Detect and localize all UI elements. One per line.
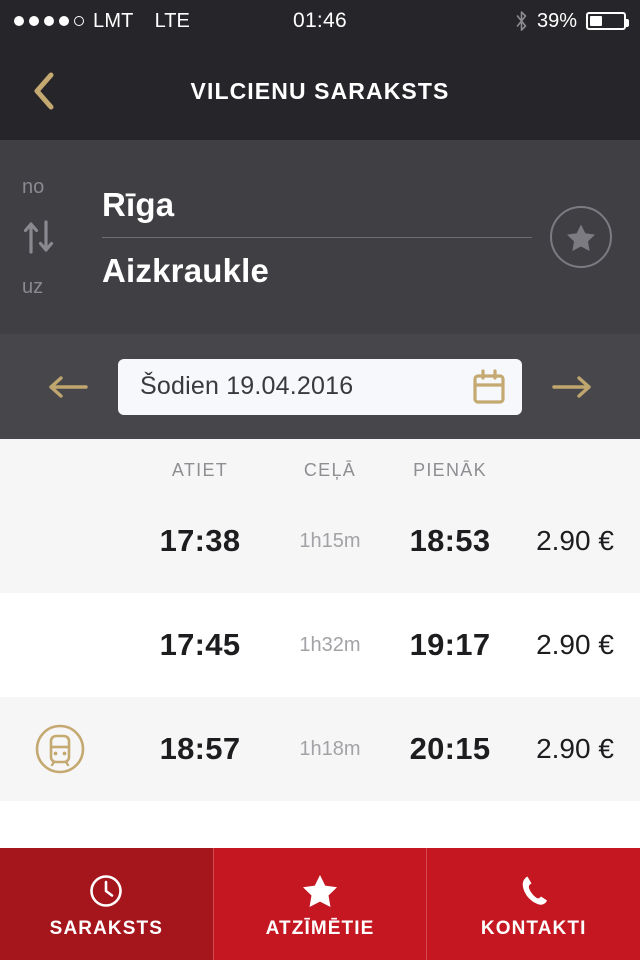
row-depart-time: 18:57 [159,731,241,766]
schedule-row[interactable]: 18:57 1h18m 20:15 2.90 € [0,697,640,801]
tab-saraksts[interactable]: SARAKSTS [0,848,213,960]
row-arrive-time: 20:15 [409,731,491,766]
tab-label: KONTAKTI [480,918,587,939]
battery-percent-label: 39% [536,9,577,32]
row-price: 2.90 € [536,629,614,660]
schedule-row[interactable]: 17:45 1h32m 19:17 2.90 € [0,593,640,697]
column-header-duration: CEĻĀ [303,459,357,480]
row-transport-icon [0,723,120,775]
arrow-right-icon [552,375,591,398]
schedule-list: ATIET CEĻĀ PIENĀK 17:38 1h15m 18:53 2.90 €1… [0,439,640,848]
train-icon [35,724,85,774]
row-arrive-time: 18:53 [409,523,491,558]
status-bar: LMT LTE 01:46 39% [0,0,640,42]
star-icon [567,224,595,251]
tab-kontakti[interactable]: KONTAKTI [426,848,640,960]
column-header-arrive: PIENĀK [413,459,487,480]
to-label: uz [22,276,44,298]
row-price: 2.90 € [536,525,614,556]
nav-bar: VILCIENU SARAKSTS [0,42,640,140]
status-bar-right: 39% [515,9,629,33]
arrow-left-icon [49,375,88,398]
row-duration: 1h18m [299,737,361,760]
battery-icon [586,12,629,30]
star-icon [302,874,338,908]
row-depart-time: 17:38 [159,523,241,558]
tab-label: SARAKSTS [49,918,163,939]
swap-vertical-icon[interactable] [22,219,56,255]
next-day-button[interactable] [544,373,600,401]
route-selector: no uz Rīga Aizkraukle [0,140,640,334]
favorite-route-button[interactable] [550,206,612,268]
selected-date-label: Šodien 19.04.2016 [140,372,354,400]
schedule-rows: 17:38 1h15m 18:53 2.90 € 17:45 1h32m 19:17 2.90… [0,489,640,801]
from-label: no [22,176,45,198]
date-selector-bar: Šodien 19.04.2016 [0,334,640,439]
route-labels: no uz [22,173,82,301]
page-title: VILCIENU SARAKSTS [190,77,450,104]
date-picker-field[interactable]: Šodien 19.04.2016 [118,358,522,415]
list-empty-space [0,801,640,848]
back-button[interactable] [22,69,66,113]
row-duration: 1h15m [299,529,361,552]
row-depart-time: 17:45 [159,627,241,662]
row-price: 2.90 € [536,733,614,764]
row-arrive-time: 19:17 [409,627,491,662]
route-fields: Rīga Aizkraukle [102,181,532,294]
tab-atzīmētie[interactable]: ATZĪMĒTIE [212,848,427,960]
clock-icon [89,874,123,908]
star-icon [303,875,337,907]
schedule-row[interactable]: 17:38 1h15m 18:53 2.90 € [0,489,640,593]
column-header-depart: ATIET [171,459,229,480]
phone-icon [518,874,550,908]
clock-icon [90,875,123,907]
to-station-field[interactable]: Aizkraukle [102,247,532,294]
row-duration: 1h32m [299,633,361,656]
bluetooth-icon [516,11,527,31]
previous-day-button[interactable] [40,373,96,401]
calendar-icon [473,368,505,404]
tab-label: ATZĪMĒTIE [265,918,375,939]
phone-icon [522,876,547,905]
bottom-tab-bar: SARAKSTS ATZĪMĒTIE KONTAKTI [0,848,640,960]
chevron-left-icon [34,72,54,110]
from-station-field[interactable]: Rīga [102,181,532,228]
route-divider [102,236,532,238]
schedule-column-headers: ATIET CEĻĀ PIENĀK [0,439,640,489]
app-root: LMT LTE 01:46 39% VILCIENU SARAKSTS no u… [0,0,640,960]
